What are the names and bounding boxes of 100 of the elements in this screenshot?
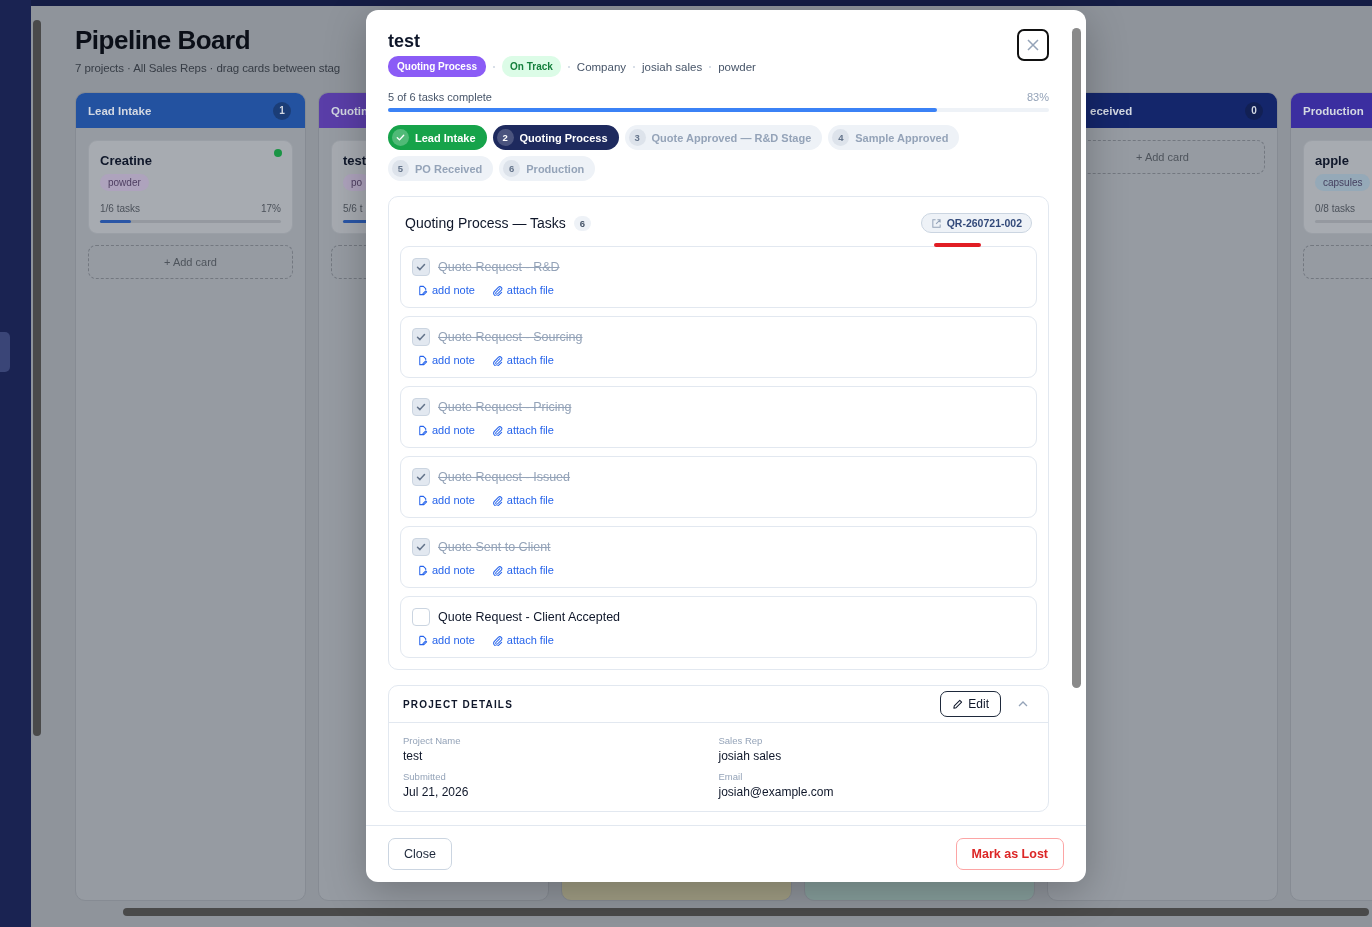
attach-link[interactable]: attach file bbox=[491, 494, 554, 506]
attach-link[interactable]: attach file bbox=[491, 564, 554, 576]
task-title: Quote Request - Issued bbox=[438, 470, 571, 484]
check-icon bbox=[415, 541, 427, 553]
checkbox[interactable] bbox=[412, 538, 430, 556]
step-number: 2 bbox=[496, 129, 514, 146]
task-title: Quote Request - Client Accepted bbox=[438, 610, 621, 624]
paperclip-icon bbox=[491, 494, 503, 506]
step-number: 4 bbox=[832, 129, 850, 146]
project-card[interactable]: apple capsules 0/8 tasks bbox=[1303, 140, 1372, 234]
checkbox[interactable] bbox=[412, 398, 430, 416]
stage-pill[interactable]: Lead Intake bbox=[388, 125, 487, 150]
task-count: 0/8 tasks bbox=[1315, 203, 1356, 214]
close-icon bbox=[1026, 38, 1040, 52]
panel-title: Quoting Process — Tasks bbox=[405, 215, 566, 231]
pencil-icon bbox=[952, 698, 964, 710]
mark-lost-button[interactable]: Mark as Lost bbox=[955, 838, 1064, 870]
note-link[interactable]: add note bbox=[417, 564, 475, 576]
paperclip-icon bbox=[491, 424, 503, 436]
stage-pill[interactable]: 2 Quoting Process bbox=[492, 125, 619, 150]
note-link[interactable]: add note bbox=[417, 494, 475, 506]
check-icon bbox=[415, 261, 427, 273]
paperclip-icon bbox=[491, 354, 503, 366]
count-badge: 1 bbox=[273, 101, 291, 120]
checkbox[interactable] bbox=[412, 258, 430, 276]
note-icon bbox=[417, 354, 428, 366]
meta-text: josiah sales bbox=[642, 60, 703, 73]
count-badge: 0 bbox=[1245, 101, 1263, 120]
external-link-icon bbox=[930, 217, 942, 229]
checkbox[interactable] bbox=[412, 328, 430, 346]
checkbox[interactable] bbox=[412, 468, 430, 486]
attach-link[interactable]: attach file bbox=[491, 634, 554, 646]
column-title: Lead Intake bbox=[88, 104, 152, 117]
card-title: apple bbox=[1315, 153, 1349, 168]
attach-link[interactable]: attach file bbox=[491, 424, 554, 436]
note-link[interactable]: add note bbox=[417, 634, 475, 646]
stage-pill[interactable]: 5 PO Received bbox=[388, 156, 494, 181]
task-title: Quote Sent to Client bbox=[438, 540, 551, 554]
meta-text: Company bbox=[576, 60, 627, 73]
field-label: Sales Rep bbox=[718, 735, 764, 746]
status-badge: On Track bbox=[502, 56, 561, 77]
note-link[interactable]: add note bbox=[417, 424, 475, 436]
attach-link[interactable]: attach file bbox=[491, 354, 554, 366]
field-value: josiah sales bbox=[718, 749, 783, 763]
task-title: Quote Request - R&D bbox=[438, 260, 560, 274]
close-button[interactable]: Close bbox=[388, 838, 452, 870]
paperclip-icon bbox=[491, 564, 503, 576]
card-title: test bbox=[343, 153, 367, 168]
note-icon bbox=[417, 424, 428, 436]
check-icon bbox=[415, 331, 427, 343]
step-number: 5 bbox=[392, 160, 409, 177]
reference-link[interactable]: QR-260721-002 bbox=[920, 213, 1032, 233]
note-icon bbox=[417, 564, 428, 576]
checkbox[interactable] bbox=[412, 608, 430, 626]
field-value: josiah@example.com bbox=[718, 785, 835, 799]
paperclip-icon bbox=[491, 634, 503, 646]
paperclip-icon bbox=[491, 284, 503, 296]
stage-pill[interactable]: 3 Quote Approved — R&D Stage bbox=[624, 125, 823, 150]
note-link[interactable]: add note bbox=[417, 284, 475, 296]
product-tag: powder bbox=[100, 174, 149, 191]
task-count: 1/6 tasks bbox=[100, 203, 141, 214]
percent-text: 17% bbox=[261, 203, 281, 214]
dialog-title: test bbox=[388, 30, 420, 52]
check-icon bbox=[415, 401, 427, 413]
product-tag: capsules bbox=[1315, 174, 1371, 191]
project-card[interactable]: Creatine powder 1/6 tasks 17% bbox=[88, 140, 293, 234]
sidebar-handle[interactable] bbox=[0, 332, 10, 372]
page-title: Pipeline Board bbox=[75, 24, 251, 56]
note-link[interactable]: add note bbox=[417, 354, 475, 366]
note-icon bbox=[417, 634, 428, 646]
field-label: Submitted bbox=[403, 771, 447, 782]
stage-pill[interactable]: 6 Production bbox=[499, 156, 596, 181]
step-number: 3 bbox=[628, 129, 646, 146]
close-button[interactable] bbox=[1017, 29, 1049, 61]
task-title: Quote Request - Sourcing bbox=[438, 330, 583, 344]
stage-pill[interactable]: 4 Sample Approved bbox=[828, 125, 960, 150]
edit-button[interactable]: Edit bbox=[940, 691, 1001, 717]
note-icon bbox=[417, 494, 428, 506]
task-title: Quote Request - Pricing bbox=[438, 400, 572, 414]
card-title: Creatine bbox=[100, 153, 153, 168]
field-value: test bbox=[403, 749, 424, 763]
column-title: eceived bbox=[1090, 104, 1133, 117]
progress-label: 5 of 6 tasks complete bbox=[388, 91, 492, 103]
field-label: Project Name bbox=[403, 735, 462, 746]
section-title: PROJECT DETAILS bbox=[403, 698, 514, 710]
page-subtitle: 7 projects · All Sales Reps · drag cards between stag bbox=[75, 62, 341, 74]
attach-link[interactable]: attach file bbox=[491, 284, 554, 296]
field-label: Email bbox=[718, 771, 744, 782]
underline-mark bbox=[934, 243, 981, 247]
field-value: Jul 21, 2026 bbox=[403, 785, 470, 799]
task-count: 5/6 t bbox=[343, 203, 363, 214]
progress-percent: 83% bbox=[1026, 91, 1049, 103]
stage-badge: Quoting Process bbox=[388, 56, 486, 77]
check-icon bbox=[415, 471, 427, 483]
note-icon bbox=[417, 284, 428, 296]
scrollbar[interactable] bbox=[123, 907, 1369, 916]
scrollbar[interactable] bbox=[33, 20, 41, 736]
count-badge: 6 bbox=[573, 215, 592, 231]
add-card-button[interactable]: + Add card bbox=[88, 245, 293, 279]
scrollbar[interactable] bbox=[1072, 28, 1081, 688]
